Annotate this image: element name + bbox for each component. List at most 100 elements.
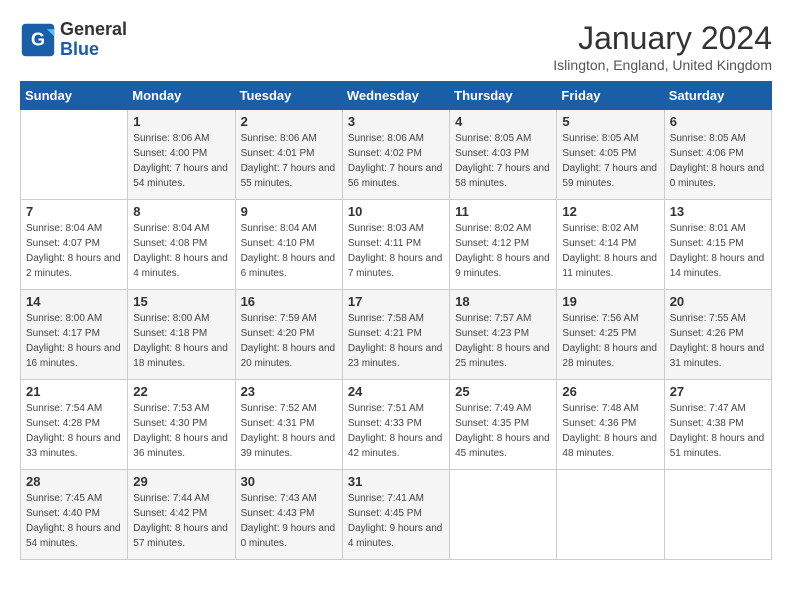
day-number: 4: [455, 114, 551, 129]
day-info: Sunrise: 7:49 AMSunset: 4:35 PMDaylight:…: [455, 403, 550, 459]
day-number: 3: [348, 114, 444, 129]
day-info: Sunrise: 8:05 AMSunset: 4:06 PMDaylight:…: [670, 133, 765, 189]
calendar-week-5: 28 Sunrise: 7:45 AMSunset: 4:40 PMDaylig…: [21, 470, 772, 560]
calendar-week-3: 14 Sunrise: 8:00 AMSunset: 4:17 PMDaylig…: [21, 290, 772, 380]
day-number: 17: [348, 294, 444, 309]
header: G General Blue January 2024 Islington, E…: [20, 20, 772, 73]
calendar-cell: 21 Sunrise: 7:54 AMSunset: 4:28 PMDaylig…: [21, 380, 128, 470]
calendar-cell: 19 Sunrise: 7:56 AMSunset: 4:25 PMDaylig…: [557, 290, 664, 380]
calendar-cell: 13 Sunrise: 8:01 AMSunset: 4:15 PMDaylig…: [664, 200, 771, 290]
header-monday: Monday: [128, 82, 235, 110]
day-number: 27: [670, 384, 766, 399]
logo-text: General Blue: [60, 20, 127, 60]
day-info: Sunrise: 7:44 AMSunset: 4:42 PMDaylight:…: [133, 493, 228, 549]
day-number: 29: [133, 474, 229, 489]
calendar-cell: 30 Sunrise: 7:43 AMSunset: 4:43 PMDaylig…: [235, 470, 342, 560]
calendar-cell: [450, 470, 557, 560]
calendar-body: 1 Sunrise: 8:06 AMSunset: 4:00 PMDayligh…: [21, 110, 772, 560]
header-friday: Friday: [557, 82, 664, 110]
day-info: Sunrise: 8:06 AMSunset: 4:01 PMDaylight:…: [241, 133, 336, 189]
calendar-cell: 7 Sunrise: 8:04 AMSunset: 4:07 PMDayligh…: [21, 200, 128, 290]
calendar-cell: 25 Sunrise: 7:49 AMSunset: 4:35 PMDaylig…: [450, 380, 557, 470]
calendar-cell: 24 Sunrise: 7:51 AMSunset: 4:33 PMDaylig…: [342, 380, 449, 470]
calendar-cell: [21, 110, 128, 200]
day-info: Sunrise: 8:02 AMSunset: 4:12 PMDaylight:…: [455, 223, 550, 279]
day-info: Sunrise: 7:51 AMSunset: 4:33 PMDaylight:…: [348, 403, 443, 459]
calendar-cell: 8 Sunrise: 8:04 AMSunset: 4:08 PMDayligh…: [128, 200, 235, 290]
title-area: January 2024 Islington, England, United …: [553, 20, 772, 73]
day-info: Sunrise: 8:01 AMSunset: 4:15 PMDaylight:…: [670, 223, 765, 279]
day-info: Sunrise: 8:05 AMSunset: 4:03 PMDaylight:…: [455, 133, 550, 189]
month-title: January 2024: [553, 20, 772, 57]
calendar-cell: 10 Sunrise: 8:03 AMSunset: 4:11 PMDaylig…: [342, 200, 449, 290]
calendar-cell: 17 Sunrise: 7:58 AMSunset: 4:21 PMDaylig…: [342, 290, 449, 380]
calendar-header: Sunday Monday Tuesday Wednesday Thursday…: [21, 82, 772, 110]
day-number: 13: [670, 204, 766, 219]
day-info: Sunrise: 8:02 AMSunset: 4:14 PMDaylight:…: [562, 223, 657, 279]
calendar-cell: 31 Sunrise: 7:41 AMSunset: 4:45 PMDaylig…: [342, 470, 449, 560]
day-info: Sunrise: 8:00 AMSunset: 4:18 PMDaylight:…: [133, 313, 228, 369]
day-number: 15: [133, 294, 229, 309]
day-info: Sunrise: 7:58 AMSunset: 4:21 PMDaylight:…: [348, 313, 443, 369]
day-info: Sunrise: 7:59 AMSunset: 4:20 PMDaylight:…: [241, 313, 336, 369]
day-info: Sunrise: 7:43 AMSunset: 4:43 PMDaylight:…: [241, 493, 336, 549]
calendar-cell: 18 Sunrise: 7:57 AMSunset: 4:23 PMDaylig…: [450, 290, 557, 380]
calendar-cell: 5 Sunrise: 8:05 AMSunset: 4:05 PMDayligh…: [557, 110, 664, 200]
calendar-cell: 23 Sunrise: 7:52 AMSunset: 4:31 PMDaylig…: [235, 380, 342, 470]
calendar-cell: 12 Sunrise: 8:02 AMSunset: 4:14 PMDaylig…: [557, 200, 664, 290]
calendar-cell: 2 Sunrise: 8:06 AMSunset: 4:01 PMDayligh…: [235, 110, 342, 200]
calendar-cell: 1 Sunrise: 8:06 AMSunset: 4:00 PMDayligh…: [128, 110, 235, 200]
calendar-cell: 27 Sunrise: 7:47 AMSunset: 4:38 PMDaylig…: [664, 380, 771, 470]
calendar-cell: 9 Sunrise: 8:04 AMSunset: 4:10 PMDayligh…: [235, 200, 342, 290]
calendar-cell: 6 Sunrise: 8:05 AMSunset: 4:06 PMDayligh…: [664, 110, 771, 200]
day-info: Sunrise: 8:06 AMSunset: 4:02 PMDaylight:…: [348, 133, 443, 189]
day-number: 2: [241, 114, 337, 129]
day-number: 30: [241, 474, 337, 489]
day-number: 21: [26, 384, 122, 399]
calendar-cell: 28 Sunrise: 7:45 AMSunset: 4:40 PMDaylig…: [21, 470, 128, 560]
day-number: 24: [348, 384, 444, 399]
calendar-week-2: 7 Sunrise: 8:04 AMSunset: 4:07 PMDayligh…: [21, 200, 772, 290]
day-info: Sunrise: 7:45 AMSunset: 4:40 PMDaylight:…: [26, 493, 121, 549]
calendar-cell: [557, 470, 664, 560]
calendar-cell: 11 Sunrise: 8:02 AMSunset: 4:12 PMDaylig…: [450, 200, 557, 290]
header-wednesday: Wednesday: [342, 82, 449, 110]
day-number: 16: [241, 294, 337, 309]
logo-icon: G: [20, 22, 56, 58]
day-info: Sunrise: 8:06 AMSunset: 4:00 PMDaylight:…: [133, 133, 228, 189]
day-number: 19: [562, 294, 658, 309]
calendar-cell: 15 Sunrise: 8:00 AMSunset: 4:18 PMDaylig…: [128, 290, 235, 380]
calendar-cell: 4 Sunrise: 8:05 AMSunset: 4:03 PMDayligh…: [450, 110, 557, 200]
svg-text:G: G: [31, 29, 45, 49]
calendar-cell: 20 Sunrise: 7:55 AMSunset: 4:26 PMDaylig…: [664, 290, 771, 380]
day-info: Sunrise: 7:54 AMSunset: 4:28 PMDaylight:…: [26, 403, 121, 459]
logo: G General Blue: [20, 20, 127, 60]
calendar-cell: 16 Sunrise: 7:59 AMSunset: 4:20 PMDaylig…: [235, 290, 342, 380]
day-number: 18: [455, 294, 551, 309]
day-number: 11: [455, 204, 551, 219]
page-container: G General Blue January 2024 Islington, E…: [20, 20, 772, 560]
header-saturday: Saturday: [664, 82, 771, 110]
day-info: Sunrise: 8:04 AMSunset: 4:10 PMDaylight:…: [241, 223, 336, 279]
calendar-cell: [664, 470, 771, 560]
day-number: 26: [562, 384, 658, 399]
calendar-cell: 3 Sunrise: 8:06 AMSunset: 4:02 PMDayligh…: [342, 110, 449, 200]
day-info: Sunrise: 8:04 AMSunset: 4:08 PMDaylight:…: [133, 223, 228, 279]
day-number: 23: [241, 384, 337, 399]
day-number: 7: [26, 204, 122, 219]
day-number: 22: [133, 384, 229, 399]
day-number: 9: [241, 204, 337, 219]
day-info: Sunrise: 8:05 AMSunset: 4:05 PMDaylight:…: [562, 133, 657, 189]
day-info: Sunrise: 8:04 AMSunset: 4:07 PMDaylight:…: [26, 223, 121, 279]
day-info: Sunrise: 7:48 AMSunset: 4:36 PMDaylight:…: [562, 403, 657, 459]
calendar-cell: 29 Sunrise: 7:44 AMSunset: 4:42 PMDaylig…: [128, 470, 235, 560]
day-number: 12: [562, 204, 658, 219]
header-tuesday: Tuesday: [235, 82, 342, 110]
header-sunday: Sunday: [21, 82, 128, 110]
day-info: Sunrise: 7:47 AMSunset: 4:38 PMDaylight:…: [670, 403, 765, 459]
logo-blue: Blue: [60, 39, 99, 59]
calendar-cell: 22 Sunrise: 7:53 AMSunset: 4:30 PMDaylig…: [128, 380, 235, 470]
day-number: 20: [670, 294, 766, 309]
day-number: 6: [670, 114, 766, 129]
day-info: Sunrise: 7:56 AMSunset: 4:25 PMDaylight:…: [562, 313, 657, 369]
